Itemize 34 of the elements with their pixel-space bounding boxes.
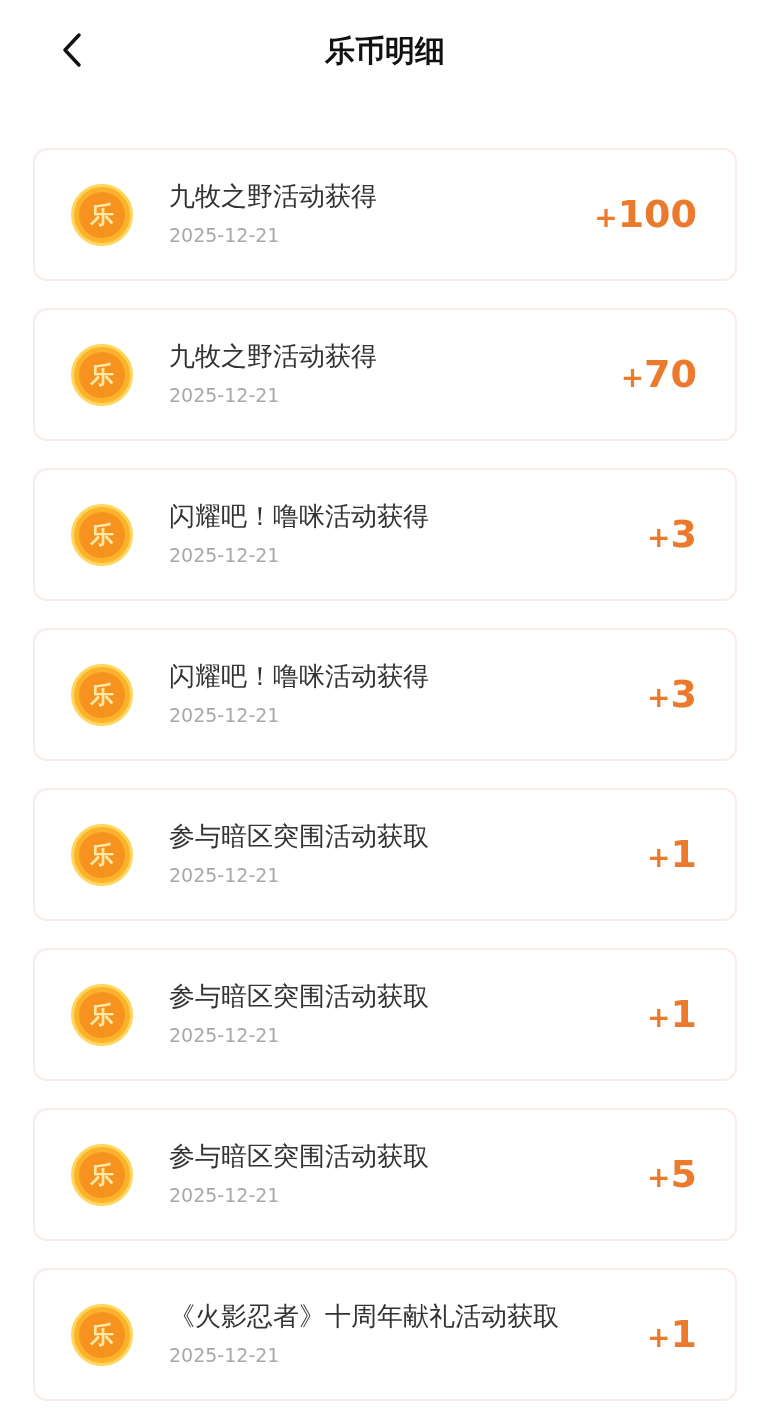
coin-amount: +1 xyxy=(647,991,697,1038)
coin-label: 乐 xyxy=(90,842,114,867)
record-date: 2025-12-21 xyxy=(169,222,281,248)
record-title: 闪耀吧！噜咪活动获得 xyxy=(169,660,430,693)
coin-amount: +1 xyxy=(647,1311,697,1358)
record-date: 2025-12-21 xyxy=(169,702,281,728)
record-date: 2025-12-21 xyxy=(169,1022,281,1048)
record-title: 闪耀吧！噜咪活动获得 xyxy=(169,500,430,533)
coin-label: 乐 xyxy=(90,362,114,387)
coin-label: 乐 xyxy=(90,1322,114,1347)
record-title: 《火影忍者》十周年献礼活动获取 xyxy=(169,1300,560,1333)
record-title: 九牧之野活动获得 xyxy=(169,340,378,373)
coin-amount: +1 xyxy=(647,831,697,878)
page-title: 乐币明细 xyxy=(325,31,445,70)
coin-label: 乐 xyxy=(90,202,114,227)
record-title: 参与暗区突围活动获取 xyxy=(169,980,430,1013)
coin-amount: +5 xyxy=(647,1151,697,1198)
coin-amount: +3 xyxy=(647,511,697,558)
record-date: 2025-12-21 xyxy=(169,1342,281,1368)
record-date: 2025-12-21 xyxy=(169,862,281,888)
coin-label: 乐 xyxy=(90,1002,114,1027)
record-title: 参与暗区突围活动获取 xyxy=(169,1140,430,1173)
back-icon xyxy=(62,32,82,68)
record-title: 九牧之野活动获得 xyxy=(169,180,378,213)
coin-label: 乐 xyxy=(90,522,114,547)
record-date: 2025-12-21 xyxy=(169,382,281,408)
coin-amount: +100 xyxy=(594,191,697,238)
coin-amount: +3 xyxy=(647,671,697,718)
coin-amount: +70 xyxy=(620,351,697,398)
record-date: 2025-12-21 xyxy=(169,1182,281,1208)
record-title: 参与暗区突围活动获取 xyxy=(169,820,430,853)
coin-label: 乐 xyxy=(90,1162,114,1187)
record-date: 2025-12-21 xyxy=(169,542,281,568)
coin-label: 乐 xyxy=(90,682,114,707)
